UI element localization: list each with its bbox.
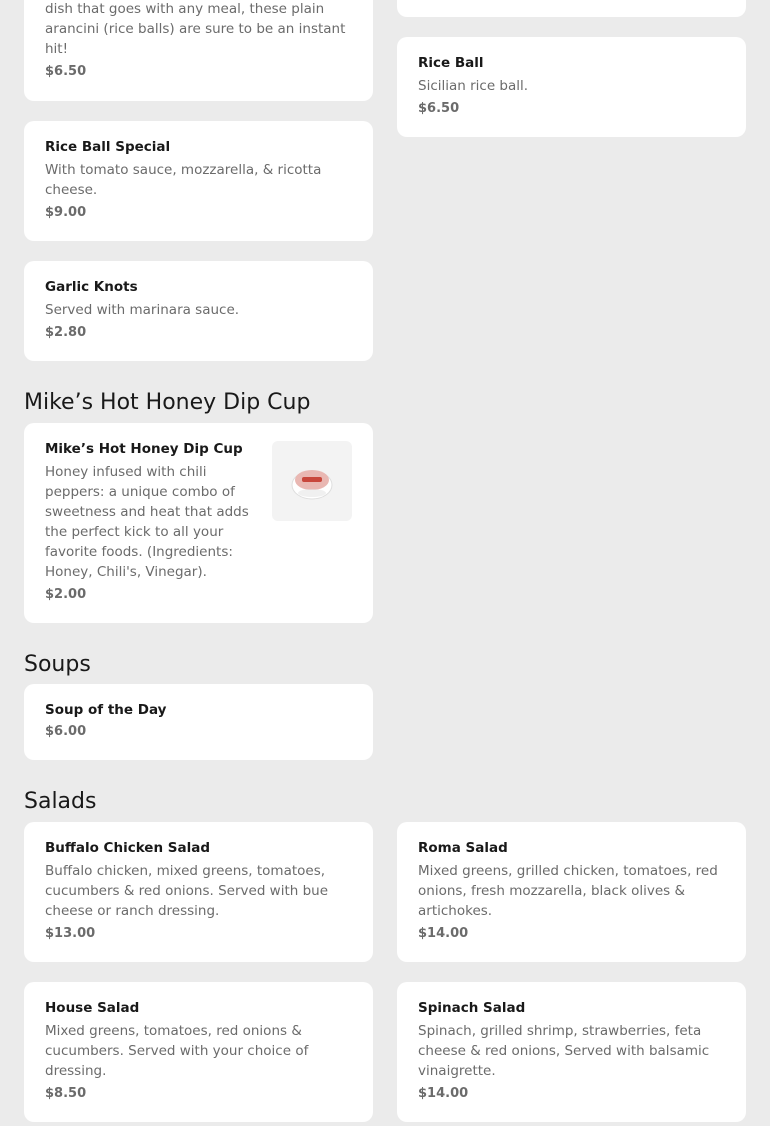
item-price: $6.50: [418, 101, 460, 116]
item-price: $6.50: [45, 64, 87, 79]
item-description: Honey infused with chili peppers: a uniq…: [45, 464, 249, 580]
menu-item-card-spinach-salad[interactable]: Spinach Salad Spinach, grilled shrimp, s…: [397, 982, 746, 1122]
item-name: Roma Salad: [418, 840, 508, 856]
menu-item-card-plain-arancini[interactable]: dish that goes with any meal, these plai…: [24, 0, 373, 101]
item-description: Buffalo chicken, mixed greens, tomatoes,…: [45, 863, 329, 919]
item-name: House Salad: [45, 1000, 140, 1016]
dip-cup-image: [291, 470, 333, 500]
item-price: $6.00: [45, 724, 87, 739]
item-price: $2.80: [45, 325, 87, 340]
section-title-salads: Salads: [24, 789, 97, 814]
item-price: $13.00: [45, 926, 96, 941]
item-description: Served with marinara sauce.: [45, 302, 240, 318]
section-title-hot-honey: Mike’s Hot Honey Dip Cup: [24, 390, 311, 415]
section-title-soups: Soups: [24, 652, 91, 677]
item-name: Spinach Salad: [418, 1000, 526, 1016]
menu-item-card-roma-salad[interactable]: Roma Salad Mixed greens, grilled chicken…: [397, 822, 746, 962]
menu-item-card-buffalo-chicken-salad[interactable]: Buffalo Chicken Salad Buffalo chicken, m…: [24, 822, 373, 962]
menu-item-card-rice-ball[interactable]: Rice Ball Sicilian rice ball. $6.50: [397, 37, 746, 137]
menu-item-card-rice-ball-special[interactable]: Rice Ball Special With tomato sauce, moz…: [24, 121, 373, 241]
item-description: Sicilian rice ball.: [418, 78, 529, 94]
item-name: Rice Ball Special: [45, 139, 171, 155]
menu-item-card-hot-honey[interactable]: Mike’s Hot Honey Dip Cup Honey infused w…: [24, 423, 373, 623]
item-price: $14.00: [418, 926, 469, 941]
item-description: With tomato sauce, mozzarella, & ricotta…: [45, 162, 322, 198]
item-name: Mike’s Hot Honey Dip Cup: [45, 441, 243, 457]
item-description: Mixed greens, grilled chicken, tomatoes,…: [418, 863, 718, 919]
menu-item-card-garlic-knots[interactable]: Garlic Knots Served with marinara sauce.…: [24, 261, 373, 361]
item-description: Spinach, grilled shrimp, strawberries, f…: [418, 1023, 710, 1079]
menu-item-card[interactable]: [397, 0, 746, 17]
item-image: [272, 441, 352, 521]
item-description: dish that goes with any meal, these plai…: [45, 1, 346, 57]
item-name: Soup of the Day: [45, 702, 167, 718]
item-name: Garlic Knots: [45, 279, 138, 295]
item-description: Mixed greens, tomatoes, red onions & cuc…: [45, 1023, 309, 1079]
item-price: $9.00: [45, 205, 87, 220]
item-price: $2.00: [45, 587, 87, 602]
item-name: Buffalo Chicken Salad: [45, 840, 211, 856]
menu-item-card-soup-of-the-day[interactable]: Soup of the Day $6.00: [24, 684, 373, 760]
item-price: $14.00: [418, 1086, 469, 1101]
item-name: Rice Ball: [418, 55, 484, 71]
menu-item-card-house-salad[interactable]: House Salad Mixed greens, tomatoes, red …: [24, 982, 373, 1122]
item-price: $8.50: [45, 1086, 87, 1101]
